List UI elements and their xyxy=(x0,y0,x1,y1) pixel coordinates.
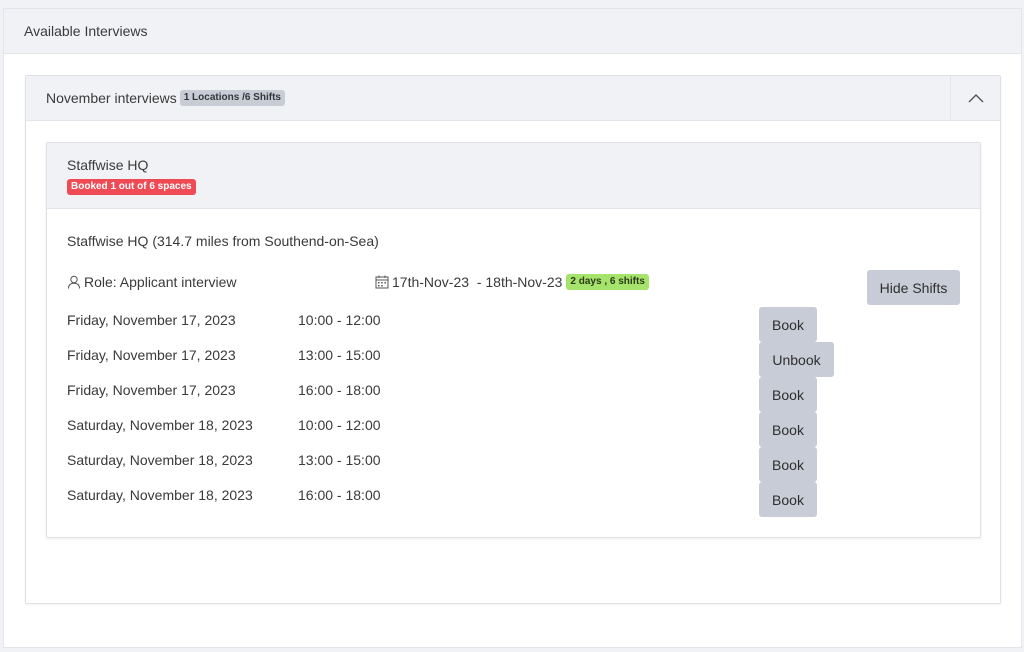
shift-row: Saturday, November 18, 2023 10:00 - 12:0… xyxy=(67,412,927,451)
shift-time: 16:00 - 18:00 xyxy=(298,382,381,398)
shift-date: Friday, November 17, 2023 xyxy=(67,312,236,328)
booking-status-badge: Booked 1 out of 6 spaces xyxy=(67,179,196,195)
shift-time: 13:00 - 15:00 xyxy=(298,347,381,363)
interview-group-card: November interviews 1 Locations /6 Shift… xyxy=(25,75,1001,604)
shift-time: 16:00 - 18:00 xyxy=(298,487,381,503)
location-header: Staffwise HQ Booked 1 out of 6 spaces xyxy=(47,143,980,209)
role-label: Role: Applicant interview xyxy=(84,274,237,290)
shift-date: Friday, November 17, 2023 xyxy=(67,382,236,398)
date-range-info: 17th-Nov-23 - 18th-Nov-23 2 days , 6 shi… xyxy=(375,274,649,290)
location-name: Staffwise HQ xyxy=(67,157,149,173)
shift-date: Saturday, November 18, 2023 xyxy=(67,487,253,503)
group-header[interactable]: November interviews 1 Locations /6 Shift… xyxy=(26,76,1000,121)
shift-date: Saturday, November 18, 2023 xyxy=(67,452,253,468)
calendar-icon xyxy=(375,275,389,289)
shift-row: Saturday, November 18, 2023 13:00 - 15:0… xyxy=(67,447,927,486)
shift-date: Saturday, November 18, 2023 xyxy=(67,417,253,433)
collapse-toggle-button[interactable] xyxy=(950,76,1000,120)
book-button[interactable]: Book xyxy=(759,447,817,482)
role-info: Role: Applicant interview xyxy=(67,274,237,290)
book-button[interactable]: Book xyxy=(759,307,817,342)
page-title: Available Interviews xyxy=(24,23,148,39)
days-shifts-badge: 2 days , 6 shifts xyxy=(566,274,649,290)
shift-date: Friday, November 17, 2023 xyxy=(67,347,236,363)
location-card: Staffwise HQ Booked 1 out of 6 spaces St… xyxy=(46,142,981,538)
user-icon xyxy=(68,275,80,289)
unbook-button[interactable]: Unbook xyxy=(759,342,834,377)
shift-row: Friday, November 17, 2023 10:00 - 12:00 … xyxy=(67,307,927,346)
book-button[interactable]: Book xyxy=(759,377,817,412)
available-interviews-panel: Available Interviews November interviews… xyxy=(3,8,1022,648)
hide-shifts-button[interactable]: Hide Shifts xyxy=(867,270,960,305)
shift-time: 10:00 - 12:00 xyxy=(298,312,381,328)
book-button[interactable]: Book xyxy=(759,482,817,517)
panel-header: Available Interviews xyxy=(4,9,1021,54)
shift-row: Friday, November 17, 2023 13:00 - 15:00 … xyxy=(67,342,927,381)
group-title: November interviews xyxy=(46,90,177,106)
locations-shifts-badge: 1 Locations /6 Shifts xyxy=(179,90,285,106)
shift-time: 13:00 - 15:00 xyxy=(298,452,381,468)
book-button[interactable]: Book xyxy=(759,412,817,447)
shift-row: Friday, November 17, 2023 16:00 - 18:00 … xyxy=(67,377,927,416)
chevron-up-icon xyxy=(968,94,983,103)
date-range: 17th-Nov-23 - 18th-Nov-23 xyxy=(392,274,563,290)
location-address: Staffwise HQ (314.7 miles from Southend-… xyxy=(67,233,379,249)
shift-row: Saturday, November 18, 2023 16:00 - 18:0… xyxy=(67,482,927,521)
shift-time: 10:00 - 12:00 xyxy=(298,417,381,433)
